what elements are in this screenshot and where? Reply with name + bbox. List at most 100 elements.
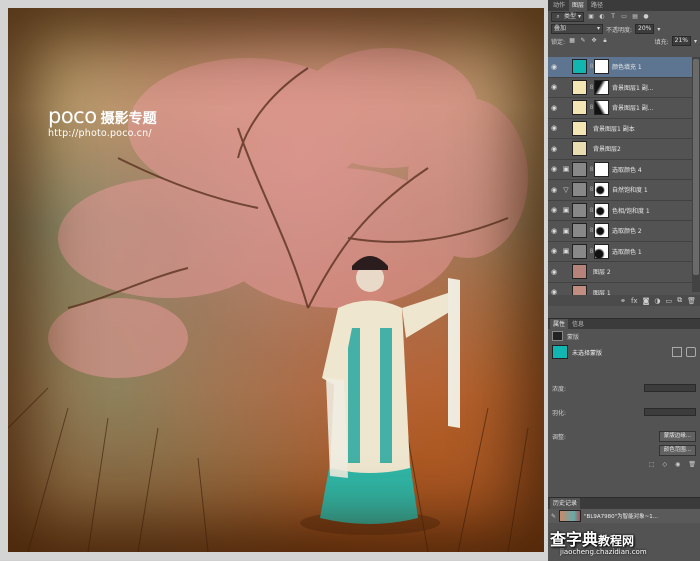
filter-toggle-icon[interactable]: ● <box>642 13 650 21</box>
layer-name: 色相/饱和度 1 <box>612 207 650 215</box>
visibility-eye-icon[interactable]: ◉ <box>548 145 560 153</box>
visibility-icon[interactable]: ◉ <box>675 461 680 468</box>
chevron-down-icon[interactable]: ▾ <box>694 38 697 45</box>
trash-icon[interactable]: 🗑︎ <box>687 297 696 305</box>
layer-thumbnail[interactable] <box>572 59 587 75</box>
layer-row[interactable]: ◉ 背景图层1 副本 <box>548 119 692 139</box>
density-row: 浓度: <box>548 381 700 395</box>
visibility-eye-icon[interactable]: ◉ <box>548 247 560 255</box>
fill-input[interactable]: 21% <box>671 36 691 46</box>
layer-name: 颜色填充 1 <box>612 64 642 72</box>
layer-mask-thumbnail[interactable] <box>594 243 609 259</box>
mask-icon[interactable]: ◙ <box>643 297 650 305</box>
kind-filter-dropdown[interactable]: ⌕ 类型 ▾ <box>551 12 585 22</box>
layers-footer: ⚭ fx ◙ ◑ ▭ ⧉ 🗑︎ <box>548 295 700 306</box>
visibility-eye-icon[interactable]: ◉ <box>548 124 560 132</box>
layer-row[interactable]: ◉ ▣ 8 选取颜色 2 <box>548 221 692 242</box>
adjustment-filter-icon[interactable]: ◐ <box>598 13 606 21</box>
visibility-eye-icon[interactable]: ◉ <box>548 206 560 214</box>
tab-layers[interactable]: 图层 <box>569 0 588 11</box>
visibility-eye-icon[interactable]: ◉ <box>548 268 560 276</box>
layer-row[interactable]: ◉ 8 颜色填充 1 <box>548 57 692 78</box>
layer-row[interactable]: ◉ ▣ 8 色相/饱和度 1 <box>548 201 692 221</box>
layer-row[interactable]: ◉ ▽ 8 自然饱和度 1 <box>548 180 692 201</box>
site-watermark-brand: 查字典 <box>550 530 599 549</box>
scrollbar-thumb[interactable] <box>693 59 699 275</box>
layer-thumbnail[interactable] <box>572 202 587 218</box>
type-filter-icon[interactable]: T <box>609 13 617 21</box>
smart-filter-icon[interactable]: ▤ <box>631 13 639 21</box>
layer-mask-thumbnail[interactable] <box>594 182 609 198</box>
layer-row[interactable]: ◉ ▣ 8 选取颜色 4 <box>548 160 692 180</box>
layer-mask-thumbnail[interactable] <box>594 161 609 177</box>
shape-filter-icon[interactable]: ▭ <box>620 13 628 21</box>
layer-filter-row: ⌕ 类型 ▾ ▣ ◐ T ▭ ▤ ● <box>548 11 700 23</box>
layer-row[interactable]: ◉ 8 背景图层1 副... <box>548 98 692 119</box>
layer-row[interactable]: ◉ ▣ 8 选取颜色 1 <box>548 242 692 262</box>
history-item[interactable]: ✎ "BL9A7980"为智能对象~1... <box>548 509 700 523</box>
history-tabs: 历史记录 <box>548 498 700 509</box>
pixel-mask-icon[interactable] <box>672 347 682 357</box>
tab-paths[interactable]: 路径 <box>588 0 606 11</box>
color-range-button[interactable]: 颜色范围... <box>658 444 696 456</box>
layer-mask-thumbnail[interactable] <box>594 223 609 239</box>
right-panels: 动作 图层 路径 ⌕ 类型 ▾ ▣ ◐ T ▭ ▤ ● 叠加 ▾ 不透明度: 2… <box>548 0 700 561</box>
document-canvas[interactable]: poco 摄影专题 http://photo.poco.cn/ <box>0 0 548 560</box>
layers-scrollbar[interactable] <box>692 57 700 292</box>
layer-thumbnail[interactable] <box>572 264 587 280</box>
visibility-eye-icon[interactable]: ◉ <box>548 165 560 173</box>
visibility-eye-icon[interactable]: ◉ <box>548 63 560 71</box>
pixel-filter-icon[interactable]: ▣ <box>587 13 595 21</box>
tab-history[interactable]: 历史记录 <box>550 498 581 509</box>
folder-icon[interactable]: ▭ <box>665 297 672 305</box>
visibility-eye-icon[interactable]: ◉ <box>548 227 560 235</box>
feather-slider[interactable] <box>644 408 696 416</box>
layer-thumbnail[interactable] <box>572 182 587 198</box>
density-label: 浓度: <box>552 385 567 393</box>
lock-brush-icon[interactable]: ✎ <box>579 37 587 45</box>
mask-section-row: 蒙版 <box>548 329 700 343</box>
layer-thumbnail[interactable] <box>572 161 587 177</box>
trash-icon[interactable]: 🗑︎ <box>688 461 696 468</box>
properties-panel: 属性 信息 蒙版 未选择蒙版 浓度: 羽化: 调整: 蒙版边缘... 颜色范围.… <box>548 318 700 491</box>
layers-list: ◉ 8 颜色填充 1 ◉ 8 背景图层1 副... ◉ 8 背景图层1 副... ◉ 背景图层1 副… <box>548 57 692 303</box>
layer-row[interactable]: ◉ 背景图层2 <box>548 139 692 160</box>
layer-mask-thumbnail[interactable] <box>594 79 609 95</box>
layer-thumbnail[interactable] <box>572 141 587 157</box>
lock-transparent-icon[interactable]: ▦ <box>568 37 576 45</box>
visibility-eye-icon[interactable]: ◉ <box>548 83 560 91</box>
layer-thumbnail[interactable] <box>572 100 587 116</box>
layer-row[interactable]: ◉ 8 背景图层1 副... <box>548 78 692 98</box>
layer-thumbnail[interactable] <box>572 79 587 95</box>
layer-mask-thumbnail[interactable] <box>594 100 609 116</box>
layer-row[interactable]: ◉ 图层 2 <box>548 262 692 283</box>
adjustment-icon[interactable]: ◑ <box>654 297 660 305</box>
layer-thumbnail[interactable] <box>572 120 587 136</box>
layer-mask-thumbnail[interactable] <box>594 202 609 218</box>
layer-mask-thumbnail[interactable] <box>594 59 609 75</box>
apply-mask-icon[interactable]: ◇ <box>663 461 668 468</box>
new-layer-icon[interactable]: ⧉ <box>677 296 682 305</box>
opacity-input[interactable]: 20% <box>635 24 655 34</box>
tab-properties[interactable]: 属性 <box>550 318 569 330</box>
fx-icon[interactable]: fx <box>631 297 638 305</box>
visibility-eye-icon[interactable]: ◉ <box>548 186 560 194</box>
photo-image: poco 摄影专题 http://photo.poco.cn/ <box>8 8 544 552</box>
blend-mode-dropdown[interactable]: 叠加 ▾ <box>551 24 603 34</box>
lock-all-icon[interactable]: 🔒︎ <box>601 37 609 45</box>
lock-move-icon[interactable]: ✥ <box>590 37 598 45</box>
chevron-down-icon[interactable]: ▾ <box>657 26 660 33</box>
link-icon[interactable]: ⚭ <box>620 297 626 305</box>
tab-info[interactable]: 信息 <box>569 319 587 330</box>
layer-thumbnail[interactable] <box>572 243 587 259</box>
load-selection-icon[interactable]: ⬚ <box>649 461 655 468</box>
density-slider[interactable] <box>644 384 696 392</box>
visibility-eye-icon[interactable]: ◉ <box>548 104 560 112</box>
lock-row: 锁定: ▦ ✎ ✥ 🔒︎ 填充: 21% ▾ <box>548 35 700 47</box>
brush-source-icon[interactable]: ✎ <box>551 513 556 520</box>
vector-mask-icon[interactable] <box>686 347 696 357</box>
mask-edge-button[interactable]: 蒙版边缘... <box>658 430 696 442</box>
properties-footer: ⬚ ◇ ◉ 🗑︎ <box>548 457 700 471</box>
layer-thumbnail[interactable] <box>572 223 587 239</box>
tab-actions[interactable]: 动作 <box>550 0 568 11</box>
